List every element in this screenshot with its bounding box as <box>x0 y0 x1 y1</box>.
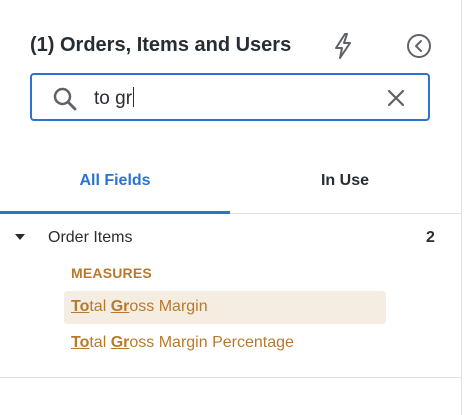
view-group-label: Order Items <box>48 229 133 246</box>
view-group-order-items[interactable]: Order Items 2 <box>0 222 462 254</box>
field-text: tal <box>89 334 111 351</box>
field-total-gross-margin-percentage[interactable]: Total Gross Margin Percentage <box>64 327 386 360</box>
search-text: to gr <box>94 88 133 109</box>
text-caret <box>133 87 135 107</box>
divider <box>0 377 462 378</box>
search-value[interactable]: to gr <box>94 87 135 110</box>
field-text: oss Margin <box>129 298 208 315</box>
field-label: Total Gross Margin Percentage <box>71 334 294 352</box>
chevron-left-circle-icon[interactable] <box>406 33 432 59</box>
field-tabs: All Fields In Use <box>0 150 462 214</box>
search-icon <box>52 86 78 112</box>
field-search-input[interactable]: to gr <box>30 73 430 121</box>
explore-header: (1) Orders, Items and Users <box>30 30 440 64</box>
search-match: To <box>71 334 90 351</box>
field-total-gross-margin[interactable]: Total Gross Margin <box>64 291 386 324</box>
explore-title: (1) Orders, Items and Users <box>30 34 292 56</box>
caret-down-icon[interactable] <box>15 234 25 240</box>
field-text: tal <box>89 298 111 315</box>
bolt-icon[interactable] <box>330 32 356 60</box>
tab-all-fields[interactable]: All Fields <box>0 150 230 214</box>
search-match: Gr <box>110 298 130 315</box>
close-icon[interactable] <box>384 86 408 110</box>
search-match: To <box>71 298 90 315</box>
search-match: Gr <box>110 334 130 351</box>
view-group-count: 2 <box>426 229 435 246</box>
field-picker-panel: (1) Orders, Items and Users to gr All Fi… <box>0 0 462 415</box>
tab-in-use[interactable]: In Use <box>230 150 460 214</box>
field-label: Total Gross Margin <box>71 298 208 316</box>
measures-section-label: MEASURES <box>71 265 152 281</box>
field-text: oss Margin Percentage <box>129 334 294 351</box>
